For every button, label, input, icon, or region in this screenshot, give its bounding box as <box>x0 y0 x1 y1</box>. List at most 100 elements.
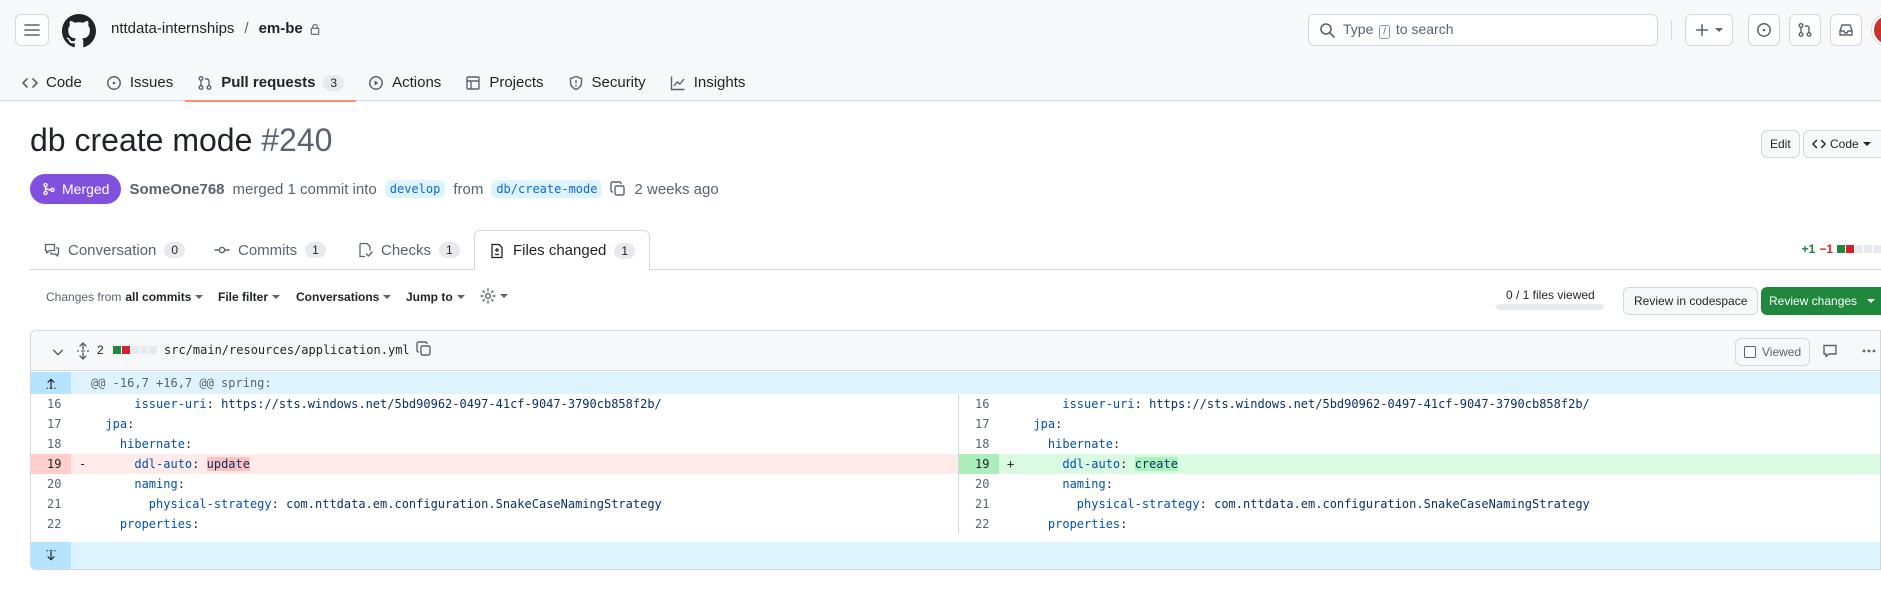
line-number[interactable]: 19 <box>31 454 71 474</box>
tab-projects[interactable]: Projects <box>453 64 555 101</box>
line-number[interactable]: 16 <box>959 394 999 414</box>
code-button-label: Code <box>1830 137 1859 151</box>
tab-checks[interactable]: Checks 1 <box>343 230 474 270</box>
avatar[interactable] <box>1872 14 1881 46</box>
file-path[interactable]: src/main/resources/application.yml <box>164 343 410 357</box>
tab-conversation[interactable]: Conversation 0 <box>30 230 199 270</box>
tab-actions[interactable]: Actions <box>356 64 453 101</box>
jump-to-dropdown[interactable]: Jump to <box>406 290 465 304</box>
pull-requests-button[interactable] <box>1789 14 1821 46</box>
tab-code-label: Code <box>46 74 82 91</box>
unfold-icon[interactable] <box>75 342 91 360</box>
tab-checks-count: 1 <box>439 242 460 258</box>
edit-button[interactable]: Edit <box>1761 130 1800 158</box>
yaml-key: ddl-auto <box>1062 457 1121 471</box>
file-filter-dropdown[interactable]: File filter <box>218 290 281 304</box>
line-number[interactable]: 17 <box>959 414 999 434</box>
line-number[interactable]: 18 <box>31 434 71 454</box>
line-number[interactable]: 22 <box>959 514 999 534</box>
diff-settings-button[interactable] <box>480 288 508 304</box>
line-number[interactable]: 20 <box>959 474 999 494</box>
expand-up-button[interactable] <box>31 372 71 394</box>
file-diffstat-blocks <box>113 346 157 354</box>
repo-link[interactable]: em-be <box>259 20 303 37</box>
review-in-codespace-button[interactable]: Review in codespace <box>1623 287 1759 315</box>
checkbox[interactable] <box>1744 346 1756 358</box>
tab-pull-requests-label: Pull requests <box>221 74 316 91</box>
shield-icon <box>569 75 582 90</box>
table-row: 22 properties: 22 properties: <box>31 514 1880 534</box>
yaml-key: physical-strategy <box>148 497 272 511</box>
chevron-down-icon[interactable] <box>51 345 65 359</box>
kebab-horizontal-icon[interactable] <box>1861 343 1877 359</box>
line-number[interactable]: 18 <box>959 434 999 454</box>
tab-pull-requests[interactable]: Pull requests 3 <box>185 64 357 102</box>
commit-icon <box>214 246 230 254</box>
pull-request-icon <box>198 75 212 90</box>
left-diff-line: 17 jpa: <box>31 414 959 434</box>
fold-down-icon <box>46 550 56 561</box>
yaml-key: physical-strategy <box>1076 497 1200 511</box>
tab-security[interactable]: Security <box>556 64 658 101</box>
yaml-value: com.nttdata.em.configuration.SnakeCaseNa… <box>1214 497 1590 511</box>
issues-button[interactable] <box>1748 14 1780 46</box>
yaml-colon: : <box>1055 417 1063 431</box>
yaml-colon: : <box>1134 397 1142 411</box>
diffstat: +1 −1 <box>1802 242 1881 256</box>
line-number[interactable]: 20 <box>31 474 71 494</box>
additions-count: +1 <box>1801 242 1816 256</box>
inbox-button[interactable] <box>1830 14 1862 46</box>
left-diff-line: 19- ddl-auto: update <box>31 454 959 474</box>
author-link[interactable]: SomeOne768 <box>129 181 224 198</box>
tab-projects-label: Projects <box>489 74 544 91</box>
fold-up-icon <box>46 378 56 389</box>
yaml-key: naming <box>134 477 178 491</box>
hunk-footer <box>31 542 1880 569</box>
checklist-icon <box>359 242 373 258</box>
create-new-button[interactable] <box>1685 14 1733 46</box>
base-branch[interactable]: develop <box>384 180 446 198</box>
tab-issues[interactable]: Issues <box>94 64 185 101</box>
code-line: issuer-uri: https://sts.windows.net/5bd9… <box>1019 394 1589 414</box>
line-number[interactable]: 22 <box>31 514 71 534</box>
tab-commits-label: Commits <box>238 241 298 259</box>
global-header: nttdata-internships / em-be Type / to se… <box>0 0 1881 102</box>
issue-icon <box>1757 23 1771 37</box>
search-input[interactable]: Type / to search <box>1308 14 1658 46</box>
changes-from-label: Changes from <box>46 290 122 304</box>
jump-to-label: Jump to <box>406 290 453 304</box>
line-number[interactable]: 17 <box>31 414 71 434</box>
comment-icon[interactable] <box>1822 343 1838 359</box>
yaml-value: com.nttdata.em.configuration.SnakeCaseNa… <box>286 497 662 511</box>
copy-icon[interactable] <box>416 341 432 357</box>
conversations-dropdown[interactable]: Conversations <box>296 290 392 304</box>
viewed-checkbox[interactable]: Viewed <box>1735 338 1811 366</box>
lock-icon <box>310 23 320 35</box>
head-branch[interactable]: db/create-mode <box>491 180 603 198</box>
code-dropdown-button[interactable]: Code <box>1803 130 1881 158</box>
tab-insights[interactable]: Insights <box>658 64 758 101</box>
expand-down-button[interactable] <box>31 542 71 569</box>
edit-button-label: Edit <box>1770 137 1791 151</box>
tab-code[interactable]: Code <box>20 64 94 101</box>
line-number[interactable]: 19 <box>959 454 999 474</box>
line-number[interactable]: 16 <box>31 394 71 414</box>
changes-from-dropdown[interactable]: Changes from all commits <box>46 290 204 304</box>
table-row: 18 hibernate: 18 hibernate: <box>31 434 1880 454</box>
diff-marker: - <box>79 457 87 471</box>
code-line: hibernate: <box>91 434 192 454</box>
tab-commits[interactable]: Commits 1 <box>200 230 340 270</box>
line-number[interactable]: 21 <box>31 494 71 514</box>
github-logo-icon[interactable] <box>62 14 96 48</box>
copy-icon[interactable] <box>610 181 626 197</box>
review-changes-button[interactable]: Review changes <box>1761 287 1881 315</box>
menu-button[interactable] <box>15 14 49 46</box>
owner-link[interactable]: nttdata-internships <box>111 20 234 37</box>
line-number[interactable]: 21 <box>959 494 999 514</box>
hunk-header-text: @@ -16,7 +16,7 @@ spring: <box>91 376 272 390</box>
diff-toolbar: Changes from all commits File filter Con… <box>30 282 1881 316</box>
tab-files-changed[interactable]: Files changed 1 <box>474 230 651 271</box>
